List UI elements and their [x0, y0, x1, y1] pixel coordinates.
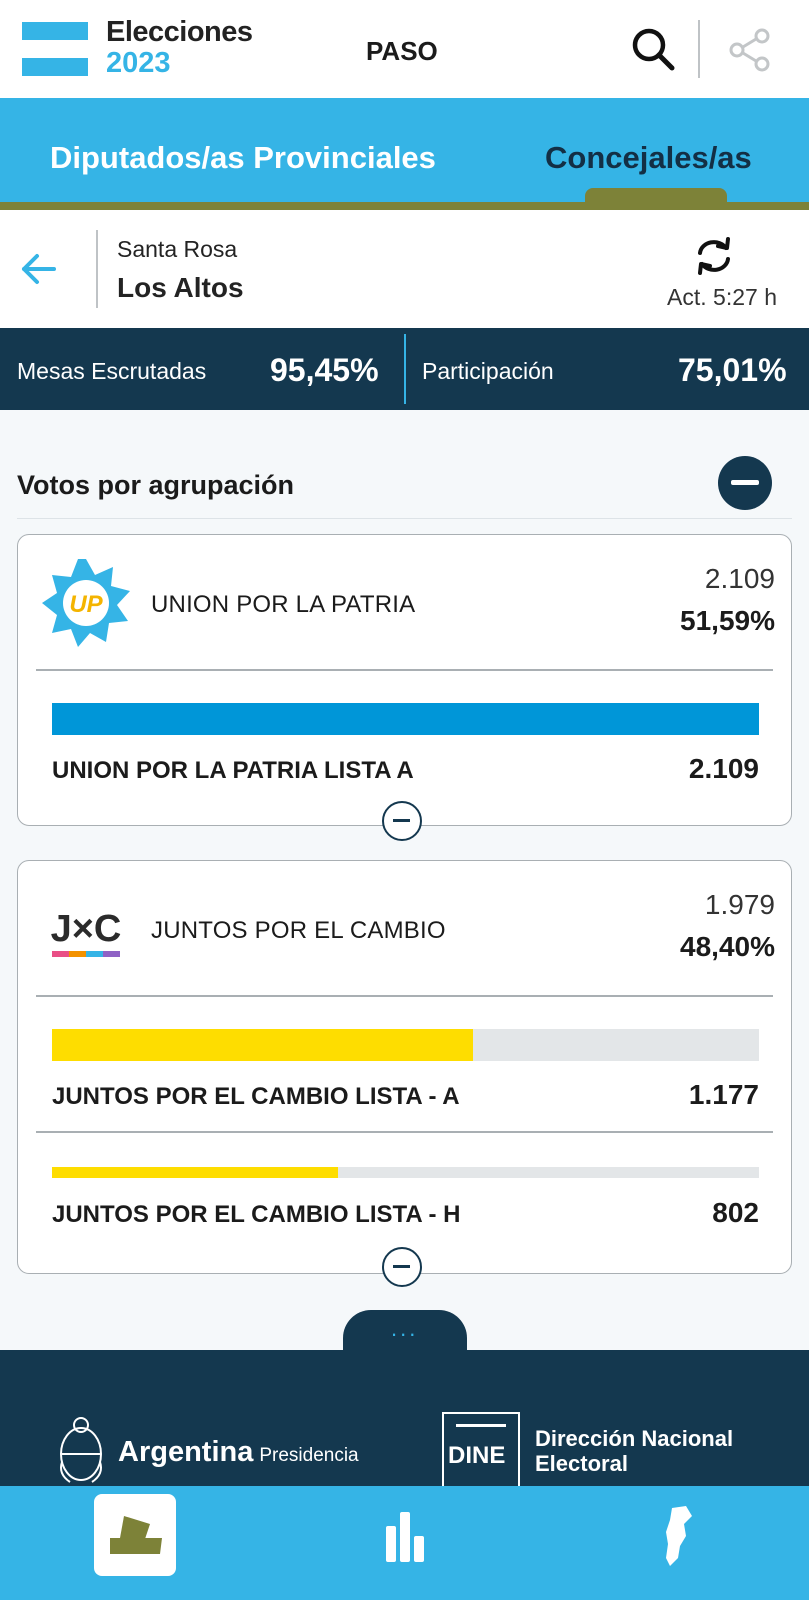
card-divider: [36, 669, 773, 671]
election-type: PASO: [366, 36, 438, 66]
stats-divider: [404, 334, 406, 404]
list-progress-fill: [52, 1029, 473, 1061]
dine-abbr: DINE: [448, 1442, 506, 1469]
party-name: JUNTOS POR EL CAMBIO: [151, 917, 446, 944]
party-votes: 1.979: [704, 889, 775, 920]
jxc-logo-icon: J×C: [38, 881, 134, 977]
last-updated: Act. 5:27 h: [667, 284, 777, 310]
mesas-value: 95,45%: [270, 352, 379, 388]
location-parent: Santa Rosa: [117, 236, 238, 262]
collapse-card-icon[interactable]: [382, 801, 422, 841]
category-tabs: Diputados/as Provinciales Concejales/as: [0, 98, 809, 202]
party-votes: 2.109: [704, 563, 775, 594]
list-name: JUNTOS POR EL CAMBIO LISTA - H: [52, 1201, 461, 1228]
refresh-icon[interactable]: [692, 236, 736, 276]
card-divider: [36, 1131, 773, 1133]
collapse-card-icon[interactable]: [382, 1247, 422, 1287]
list-progress-bar: [52, 1029, 759, 1061]
list-votes: 802: [712, 1197, 759, 1228]
list-name: JUNTOS POR EL CAMBIO LISTA - A: [52, 1083, 460, 1110]
bar-chart-icon[interactable]: [364, 1494, 446, 1576]
more-dots: ...: [391, 1316, 419, 1341]
search-icon[interactable]: [630, 26, 676, 72]
party-percentage: 51,59%: [680, 605, 775, 636]
argentina-presidencia-logo: Argentina Presidencia: [118, 1436, 359, 1469]
list-progress-bar: [52, 703, 759, 735]
back-arrow-icon[interactable]: [18, 248, 60, 290]
argentina-map-icon[interactable]: [636, 1494, 718, 1576]
card-divider: [36, 995, 773, 997]
argentina-label: Argentina: [118, 1436, 254, 1468]
mesas-label: Mesas Escrutadas: [17, 358, 207, 384]
collapse-all-icon[interactable]: [718, 456, 772, 510]
list-progress-bar: [52, 1167, 759, 1178]
brand-year: 2023: [106, 47, 171, 79]
location-name: Los Altos: [117, 272, 244, 303]
section-divider: [17, 518, 792, 519]
list-progress-fill: [52, 1167, 339, 1178]
up-logo-text: UP: [69, 591, 103, 618]
ballot-box-icon[interactable]: [94, 1494, 176, 1576]
list-progress-fill: [52, 703, 759, 735]
party-percentage: 48,40%: [680, 931, 775, 962]
tab-concejales[interactable]: Concejales/as: [545, 140, 752, 176]
location-divider: [96, 230, 98, 308]
brand-title: Elecciones: [106, 16, 253, 48]
dine-line-2: Electoral: [535, 1451, 628, 1477]
location-bar: Santa Rosa Los Altos Act. 5:27 h: [0, 210, 809, 328]
dine-name: Dirección Nacional Electoral: [535, 1426, 733, 1477]
jxc-logo-text: J×C: [51, 908, 122, 950]
bottom-navigation: [0, 1486, 809, 1600]
dine-line-1: Dirección Nacional: [535, 1426, 734, 1451]
argentina-flag-logo: [22, 22, 88, 78]
party-card[interactable]: J×C JUNTOS POR EL CAMBIO 1.979 48,40% JU…: [17, 860, 792, 1287]
presidencia-label: Presidencia: [259, 1445, 359, 1466]
tab-diputados[interactable]: Diputados/as Provinciales: [50, 140, 436, 176]
header-divider: [698, 20, 700, 78]
list-name: UNION POR LA PATRIA LISTA A: [52, 757, 414, 784]
list-votes: 2.109: [688, 753, 759, 784]
app-brand: Elecciones 2023: [106, 18, 253, 78]
footer: Argentina Presidencia DINE Dirección Naci…: [0, 1350, 809, 1486]
tabs-underline: [0, 202, 809, 210]
party-card[interactable]: UP UNION POR LA PATRIA 2.109 51,59% UNIO…: [17, 534, 792, 841]
list-votes: 1.177: [688, 1079, 759, 1110]
section-title: Votos por agrupación: [17, 470, 295, 500]
argentina-coat-of-arms-icon: [56, 1414, 106, 1486]
active-tab-indicator: [585, 188, 727, 202]
stats-bar: Mesas Escrutadas 95,45% Participación 75…: [0, 328, 809, 410]
party-name: UNION POR LA PATRIA: [151, 591, 416, 618]
dine-logo: DINE: [442, 1412, 520, 1486]
up-logo-icon: UP: [38, 555, 134, 651]
share-icon[interactable]: [728, 28, 772, 72]
more-tab[interactable]: ...: [343, 1310, 467, 1350]
participacion-value: 75,01%: [678, 352, 787, 388]
app-header: Elecciones 2023 PASO: [0, 0, 809, 98]
participacion-label: Participación: [422, 358, 554, 384]
